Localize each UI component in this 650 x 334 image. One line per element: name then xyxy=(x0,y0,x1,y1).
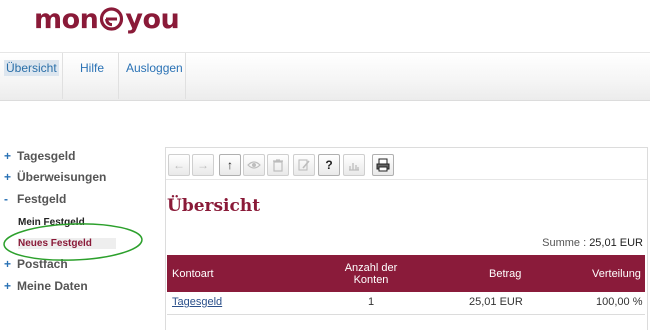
main-panel: ← → ↑ ? Übersicht Summe : 25,01 EUR Kont… xyxy=(165,147,648,330)
column-header-anzahl-line2: Konten xyxy=(353,273,389,286)
edit-icon[interactable] xyxy=(293,154,315,176)
help-icon[interactable]: ? xyxy=(318,154,340,176)
logo-text-left: mon xyxy=(34,4,99,35)
expand-icon: + xyxy=(4,149,12,163)
collapse-icon: - xyxy=(4,192,8,206)
total-sum: Summe : 25,01 EUR xyxy=(542,237,643,249)
tab-ausloggen[interactable]: Ausloggen xyxy=(119,53,186,99)
arrow-left-icon[interactable]: ← xyxy=(168,154,190,176)
tagesgeld-link[interactable]: Tagesgeld xyxy=(172,296,222,308)
sidebar-item-ueberweisungen[interactable]: + Überweisungen xyxy=(4,170,106,184)
toolbar: ← → ↑ ? xyxy=(166,148,647,180)
column-header-anzahl: Anzahl der Konten xyxy=(331,255,411,292)
table-row: Tagesgeld 1 25,01 EUR 100,00 % xyxy=(167,292,645,315)
tab-hilfe-label: Hilfe xyxy=(80,61,105,75)
print-icon[interactable] xyxy=(372,154,394,176)
column-header-betrag: Betrag xyxy=(489,267,522,280)
logo-e-swirl-icon xyxy=(99,6,124,31)
sidebar-item-meine-daten[interactable]: + Meine Daten xyxy=(4,279,88,293)
tab-uebersicht[interactable]: Übersicht xyxy=(0,53,63,99)
tab-uebersicht-label: Übersicht xyxy=(4,60,59,76)
tab-ausloggen-label: Ausloggen xyxy=(126,61,183,75)
cell-betrag: 25,01 EUR xyxy=(469,296,523,308)
sidebar-item-label: Überweisungen xyxy=(17,170,107,184)
arrow-up-icon[interactable]: ↑ xyxy=(219,154,241,176)
annotation-ellipse xyxy=(3,223,143,261)
total-sum-label: Summe : xyxy=(542,237,587,249)
eye-icon[interactable] xyxy=(243,154,265,176)
expand-icon: + xyxy=(4,279,12,293)
accounts-table: Kontoart Anzahl der Konten Betrag Vertei… xyxy=(167,255,645,315)
sidebar-item-festgeld[interactable]: - Festgeld xyxy=(4,192,66,206)
column-header-anzahl-line1: Anzahl der xyxy=(344,261,398,274)
sidebar-item-label: Festgeld xyxy=(17,192,67,206)
column-header-verteilung: Verteilung xyxy=(592,267,641,280)
column-header-kontoart: Kontoart xyxy=(172,267,214,280)
cell-anzahl: 1 xyxy=(368,296,375,308)
page-title: Übersicht xyxy=(167,196,261,216)
tab-hilfe[interactable]: Hilfe xyxy=(63,53,119,99)
sidebar-item-label: Tagesgeld xyxy=(17,149,76,163)
moneyou-logo: mon you xyxy=(34,4,180,35)
trash-icon[interactable] xyxy=(267,154,289,176)
expand-icon: + xyxy=(4,170,12,184)
logo-text-right: you xyxy=(125,4,180,35)
top-navigation: Übersicht Hilfe Ausloggen xyxy=(0,52,650,101)
sidebar-item-tagesgeld[interactable]: + Tagesgeld xyxy=(4,149,75,163)
chart-icon[interactable] xyxy=(343,154,365,176)
cell-kontoart: Tagesgeld xyxy=(172,296,222,308)
sidebar-item-label: Meine Daten xyxy=(17,279,88,293)
total-sum-value: 25,01 EUR xyxy=(589,237,643,249)
table-header: Kontoart Anzahl der Konten Betrag Vertei… xyxy=(167,255,645,292)
cell-verteilung: 100,00 % xyxy=(596,296,643,308)
arrow-right-icon[interactable]: → xyxy=(192,154,214,176)
